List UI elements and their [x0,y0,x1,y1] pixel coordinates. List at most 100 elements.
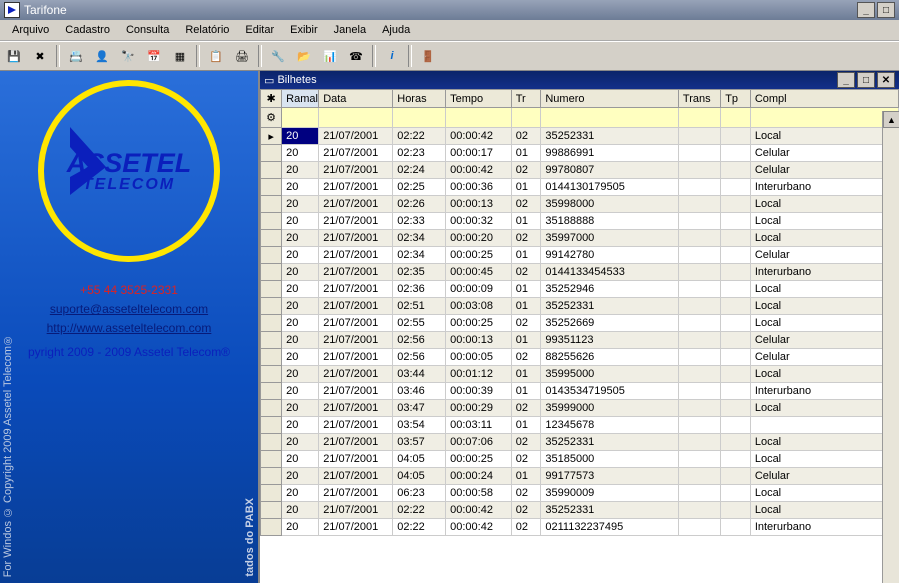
cell-compl[interactable]: Interurbano [750,179,898,196]
cell-ramal[interactable]: 20 [282,145,319,162]
cell-data[interactable]: 21/07/2001 [319,162,393,179]
cell-numero[interactable]: 35185000 [541,451,679,468]
row-indicator[interactable] [261,213,282,230]
user-icon[interactable]: 👤 [90,44,114,68]
table-row[interactable]: 2021/07/200102:3500:00:45020144133454533… [261,264,899,281]
cell-tp[interactable] [721,162,751,179]
menu-arquivo[interactable]: Arquivo [4,22,57,38]
cell-horas[interactable]: 03:54 [393,417,446,434]
row-indicator[interactable] [261,179,282,196]
cell-numero[interactable]: 35999000 [541,400,679,417]
cell-horas[interactable]: 02:25 [393,179,446,196]
cell-numero[interactable]: 35252331 [541,434,679,451]
cell-tr[interactable]: 02 [511,128,541,145]
cell-compl[interactable]: Local [750,196,898,213]
menu-editar[interactable]: Editar [237,22,282,38]
cell-tr[interactable]: 02 [511,349,541,366]
card-icon[interactable]: 📇 [64,44,88,68]
cell-data[interactable]: 21/07/2001 [319,434,393,451]
cell-data[interactable]: 21/07/2001 [319,468,393,485]
cell-data[interactable]: 21/07/2001 [319,247,393,264]
cell-data[interactable]: 21/07/2001 [319,400,393,417]
table-row[interactable]: 2021/07/200104:0500:00:250235185000Local [261,451,899,468]
table-row[interactable]: 2021/07/200102:3300:00:320135188888Local [261,213,899,230]
cell-horas[interactable]: 02:26 [393,196,446,213]
cell-numero[interactable]: 0143534719505 [541,383,679,400]
cell-numero[interactable]: 35997000 [541,230,679,247]
table-row[interactable]: 2021/07/200103:4600:00:39010143534719505… [261,383,899,400]
cell-tempo[interactable]: 00:00:24 [446,468,512,485]
cell-ramal[interactable]: 20 [282,281,319,298]
cell-ramal[interactable]: 20 [282,196,319,213]
cell-numero[interactable]: 88255626 [541,349,679,366]
cell-tr[interactable]: 01 [511,332,541,349]
cell-ramal[interactable]: 20 [282,128,319,145]
cell-horas[interactable]: 03:46 [393,383,446,400]
cell-data[interactable]: 21/07/2001 [319,332,393,349]
filter-icon[interactable]: ⚙ [261,108,282,128]
cell-ramal[interactable]: 20 [282,213,319,230]
cell-tp[interactable] [721,502,751,519]
row-indicator[interactable] [261,485,282,502]
cell-tr[interactable]: 01 [511,417,541,434]
table-row[interactable]: 2021/07/200102:5100:03:080135252331Local [261,298,899,315]
row-indicator[interactable] [261,417,282,434]
exit-icon[interactable]: 🚪 [416,44,440,68]
cell-tempo[interactable]: 00:00:42 [446,519,512,536]
cell-tempo[interactable]: 00:00:58 [446,485,512,502]
cell-compl[interactable]: Local [750,366,898,383]
cell-horas[interactable]: 02:22 [393,519,446,536]
table-row[interactable]: 2021/07/200102:3600:00:090135252946Local [261,281,899,298]
cell-horas[interactable]: 04:05 [393,468,446,485]
cell-compl[interactable]: Local [750,281,898,298]
cell-horas[interactable]: 02:34 [393,247,446,264]
cell-numero[interactable]: 35188888 [541,213,679,230]
row-indicator[interactable] [261,349,282,366]
cell-compl[interactable]: Local [750,230,898,247]
cell-ramal[interactable]: 20 [282,179,319,196]
table-row[interactable]: 2021/07/200102:5500:00:250235252669Local [261,315,899,332]
cell-data[interactable]: 21/07/2001 [319,519,393,536]
filter-row[interactable]: ⚙ [261,108,899,128]
cell-tp[interactable] [721,417,751,434]
row-indicator[interactable] [261,230,282,247]
cell-ramal[interactable]: 20 [282,264,319,281]
row-indicator[interactable] [261,247,282,264]
data-grid[interactable]: ✱ Ramal Data Horas Tempo Tr Numero Trans… [260,89,899,583]
cell-tempo[interactable]: 00:00:13 [446,332,512,349]
cell-tempo[interactable]: 00:00:05 [446,349,512,366]
cell-horas[interactable]: 02:51 [393,298,446,315]
cell-trans[interactable] [678,145,720,162]
cell-ramal[interactable]: 20 [282,349,319,366]
table-row[interactable]: 2021/07/200102:2300:00:170199886991Celul… [261,145,899,162]
cell-numero[interactable]: 35995000 [541,366,679,383]
cell-compl[interactable]: Interurbano [750,519,898,536]
cell-data[interactable]: 21/07/2001 [319,366,393,383]
cell-trans[interactable] [678,434,720,451]
cell-tempo[interactable]: 00:00:42 [446,128,512,145]
cell-ramal[interactable]: 20 [282,434,319,451]
table-row[interactable]: 2021/07/200102:3400:00:250199142780Celul… [261,247,899,264]
cell-tempo[interactable]: 00:01:12 [446,366,512,383]
cell-trans[interactable] [678,213,720,230]
cell-numero[interactable]: 35252669 [541,315,679,332]
cell-data[interactable]: 21/07/2001 [319,502,393,519]
cell-compl[interactable]: Celular [750,145,898,162]
table-row[interactable]: 2021/07/200102:2200:00:42020211132237495… [261,519,899,536]
cell-trans[interactable] [678,162,720,179]
cell-compl[interactable]: Local [750,213,898,230]
cell-tp[interactable] [721,230,751,247]
cell-tr[interactable]: 01 [511,179,541,196]
cell-horas[interactable]: 03:57 [393,434,446,451]
table-row[interactable]: 2021/07/200102:2600:00:130235998000Local [261,196,899,213]
maximize-button[interactable]: □ [877,2,895,18]
cell-tempo[interactable]: 00:00:09 [446,281,512,298]
table-row[interactable]: 2021/07/200102:3400:00:200235997000Local [261,230,899,247]
row-indicator[interactable] [261,519,282,536]
cell-tp[interactable] [721,349,751,366]
cell-tp[interactable] [721,196,751,213]
cell-numero[interactable]: 99177573 [541,468,679,485]
cell-tp[interactable] [721,519,751,536]
grid-icon[interactable]: ▦ [168,44,192,68]
child-maximize-button[interactable]: □ [857,72,875,88]
